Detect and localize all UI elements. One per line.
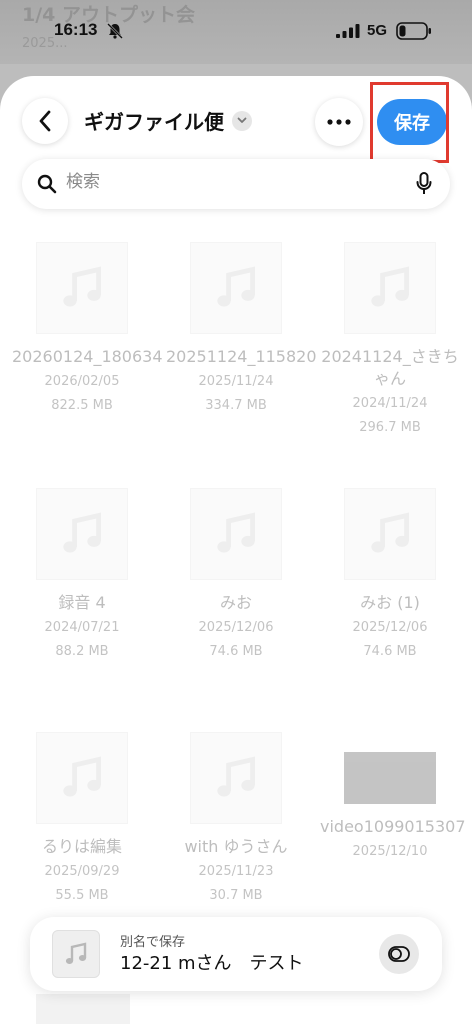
file-date: 2025/12/06: [198, 620, 274, 635]
next-row-thumbnail: [36, 994, 130, 1024]
file-size: 30.7 MB: [209, 888, 263, 903]
folder-selector[interactable]: ギガファイル便: [84, 106, 252, 135]
toggle-options-button[interactable]: [379, 934, 419, 974]
file-item[interactable]: 20260124_180634 2026/02/05 822.5 MB: [12, 242, 163, 418]
file-date: 2026/02/05: [44, 374, 120, 389]
file-item[interactable]: るりは編集 2025/09/29 55.5 MB: [12, 732, 152, 908]
file-name: with ゆうさん: [184, 837, 288, 856]
file-size: 822.5 MB: [51, 398, 113, 413]
file-name: 20251124_115820: [166, 347, 317, 366]
file-name: 20260124_180634: [12, 347, 163, 366]
file-name: みお (1): [360, 593, 420, 612]
music-note-icon: [190, 488, 282, 580]
file-date: 2025/12/06: [352, 620, 428, 635]
file-date: 2025/09/29: [44, 864, 120, 879]
status-time: 16:13: [54, 20, 98, 39]
music-note-icon: [36, 242, 128, 334]
music-note-icon: [52, 930, 100, 978]
save-as-caption: 別名で保存: [120, 935, 186, 950]
music-note-icon: [36, 732, 128, 824]
file-item[interactable]: 20251124_115820 2025/11/24 334.7 MB: [166, 242, 317, 418]
search-input[interactable]: [66, 172, 386, 192]
file-name: るりは編集: [41, 837, 122, 856]
file-size: 296.7 MB: [359, 420, 421, 435]
save-as-name-input[interactable]: [120, 951, 370, 972]
back-button[interactable]: [22, 98, 68, 144]
file-item[interactable]: video1099015307 2025/12/10: [320, 732, 466, 864]
microphone-icon[interactable]: [416, 172, 432, 196]
network-type: 5G: [367, 22, 388, 39]
file-item[interactable]: みお (1) 2025/12/06 74.6 MB: [320, 488, 460, 664]
ellipsis-icon: [327, 119, 351, 125]
file-size: 88.2 MB: [55, 644, 109, 659]
file-date: 2025/12/10: [352, 844, 428, 859]
file-picker-sheet: ギガファイル便 保存 20260124_1806342026/02/05822.…: [0, 76, 472, 1024]
music-note-icon: [344, 242, 436, 334]
file-date: 2024/07/21: [44, 620, 120, 635]
search-icon: [37, 174, 57, 194]
status-bar: 1/4 アウトプット会 2025... 16:13 5G: [0, 0, 472, 64]
file-item[interactable]: 20241124_さきちゃん 2024/11/24 296.7 MB: [320, 242, 460, 440]
file-date: 2025/11/23: [198, 864, 274, 879]
video-thumbnail: [344, 752, 436, 804]
file-size: 55.5 MB: [55, 888, 109, 903]
file-name: video1099015307: [320, 817, 466, 836]
file-name: みお: [219, 593, 252, 612]
file-item[interactable]: 録音 4 2024/07/21 88.2 MB: [12, 488, 152, 664]
battery-icon: [396, 22, 431, 40]
folder-title: ギガファイル便: [84, 110, 224, 134]
music-note-icon: [190, 242, 282, 334]
signal-icon: [336, 24, 360, 38]
toggle-icon: [388, 946, 410, 962]
highlight-annotation: [370, 82, 449, 163]
music-note-icon: [36, 488, 128, 580]
chevron-left-icon: [39, 110, 51, 132]
file-name: 録音 4: [58, 593, 106, 612]
file-size: 334.7 MB: [205, 398, 267, 413]
file-date: 2025/11/24: [198, 374, 274, 389]
save-as-bar: 別名で保存: [30, 917, 442, 991]
chevron-down-icon: [232, 110, 252, 131]
file-size: 74.6 MB: [209, 644, 263, 659]
file-name: 20241124_さきちゃん: [321, 347, 459, 388]
file-item[interactable]: みお 2025/12/06 74.6 MB: [166, 488, 306, 664]
file-size: 74.6 MB: [363, 644, 417, 659]
bell-off-icon: [107, 23, 123, 39]
music-note-icon: [190, 732, 282, 824]
music-note-icon: [344, 488, 436, 580]
file-item[interactable]: with ゆうさん 2025/11/23 30.7 MB: [166, 732, 306, 908]
more-options-button[interactable]: [315, 98, 363, 146]
file-date: 2024/11/24: [352, 396, 428, 411]
search-bar[interactable]: [22, 159, 450, 209]
